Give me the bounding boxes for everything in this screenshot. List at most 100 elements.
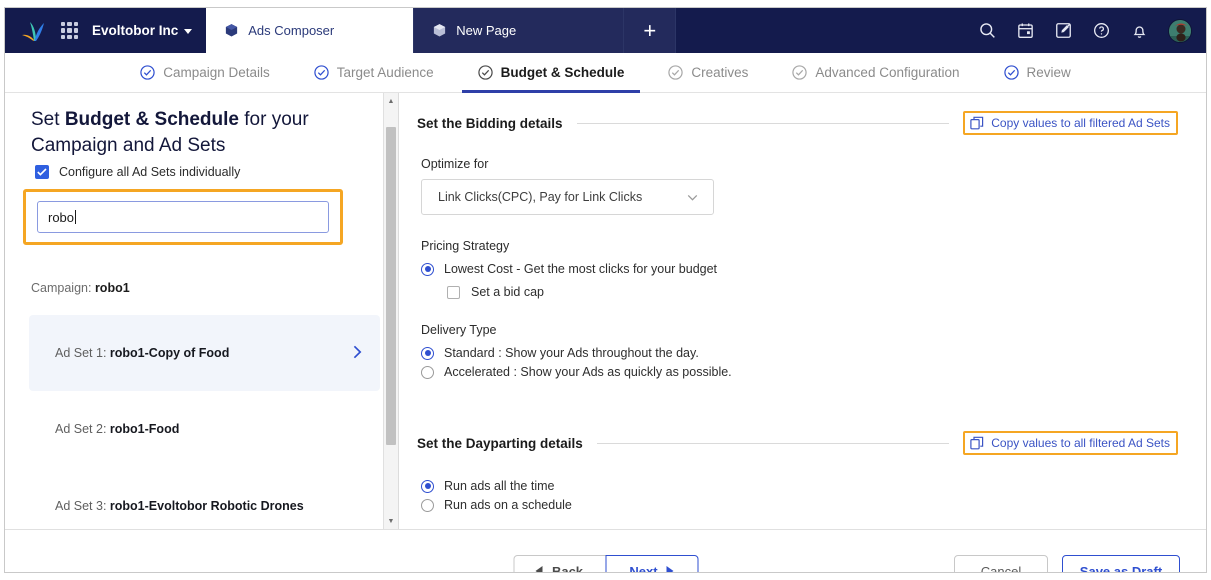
radio-run-on-schedule[interactable] xyxy=(421,498,434,512)
check-circle-icon xyxy=(668,65,684,80)
search-highlight-annotation: robo xyxy=(23,189,343,246)
check-circle-icon xyxy=(477,65,493,80)
ad-set-list: Ad Set 1: robo1-Copy of Food Ad Set 2: r… xyxy=(5,315,398,529)
bidding-copy-values-link[interactable]: Copy values to all filtered Ad Sets xyxy=(991,116,1170,130)
check-circle-icon xyxy=(140,65,155,80)
search-icon[interactable] xyxy=(978,21,997,40)
bell-icon[interactable] xyxy=(1130,21,1149,40)
step-budget-schedule[interactable]: Budget & Schedule xyxy=(456,53,647,93)
ad-set-index: Ad Set 3: xyxy=(55,499,110,514)
configure-all-adsets-row[interactable]: Configure all Ad Sets individually xyxy=(35,165,372,180)
dayparting-option-schedule[interactable]: Run ads on a schedule xyxy=(421,498,1178,512)
tab-ads-composer[interactable]: Ads Composer xyxy=(206,8,415,53)
settings-pane: Set the Bidding details Copy values to a… xyxy=(399,93,1206,529)
chevron-down-icon xyxy=(184,29,193,34)
ad-set-index: Ad Set 1: xyxy=(55,346,110,361)
chevron-right-icon[interactable] xyxy=(353,345,362,362)
tab-label: Ads Composer xyxy=(248,23,335,38)
campaign-prefix: Campaign: xyxy=(31,281,95,296)
ad-set-item-3[interactable]: Ad Set 3: robo1-Evoltobor Robotic Drones xyxy=(29,467,380,529)
radio-delivery-accelerated-label: Accelerated : Show your Ads as quickly a… xyxy=(444,365,732,379)
radio-run-all-time[interactable] xyxy=(421,479,434,493)
ad-set-item-2[interactable]: Ad Set 2: robo1-Food xyxy=(29,391,380,467)
campaign-label: Campaign: robo1 xyxy=(31,281,398,295)
dayparting-section-title: Set the Dayparting details xyxy=(417,435,583,451)
scrollbar-thumb[interactable] xyxy=(386,127,396,445)
cube-icon xyxy=(226,24,238,37)
set-bid-cap-checkbox[interactable] xyxy=(447,285,460,299)
step-label: Creatives xyxy=(691,65,749,80)
ad-set-item-label: Ad Set 2: robo1-Food xyxy=(55,420,179,439)
footer-action-buttons: Cancel Save as Draft xyxy=(954,554,1180,572)
arrow-right-icon xyxy=(666,566,674,572)
ad-set-name: robo1-Copy of Food xyxy=(109,346,230,361)
pricing-strategy-option-lowest-cost[interactable]: Lowest Cost - Get the most clicks for yo… xyxy=(421,262,1178,276)
set-bid-cap-row[interactable]: Set a bid cap xyxy=(447,285,1178,299)
leaf-splash-logo[interactable] xyxy=(21,19,47,43)
dayparting-option-all-time[interactable]: Run ads all the time xyxy=(421,479,1178,493)
delivery-option-accelerated[interactable]: Accelerated : Show your Ads as quickly a… xyxy=(421,365,1178,379)
chevron-down-icon xyxy=(686,191,699,204)
step-label: Advanced Configuration xyxy=(815,65,960,80)
ad-set-item-label: Ad Set 3: robo1-Evoltobor Robotic Drones xyxy=(55,497,304,516)
copy-icon xyxy=(970,116,984,130)
next-button-label: Next xyxy=(629,563,658,573)
wizard-stepper: Campaign Details Target Audience Budget … xyxy=(5,53,1206,93)
arrow-left-icon xyxy=(535,566,543,572)
cube-icon xyxy=(434,24,446,37)
optimize-for-value: Link Clicks(CPC), Pay for Link Clicks xyxy=(438,190,643,204)
scroll-up-arrow-icon[interactable]: ▲ xyxy=(384,93,398,109)
copy-icon xyxy=(970,436,984,450)
delivery-option-standard[interactable]: Standard : Show your Ads throughout the … xyxy=(421,346,1178,360)
step-label: Budget & Schedule xyxy=(500,65,625,80)
back-button[interactable]: Back xyxy=(513,554,606,573)
radio-delivery-accelerated[interactable] xyxy=(421,365,434,379)
dayparting-copy-values-link[interactable]: Copy values to all filtered Ad Sets xyxy=(991,436,1170,450)
ad-set-selector-pane: Set Budget & Schedule for your Campaign … xyxy=(5,93,399,529)
organization-name: Evoltobor Inc xyxy=(92,23,179,38)
configure-all-adsets-label: Configure all Ad Sets individually xyxy=(59,165,241,180)
save-as-draft-button[interactable]: Save as Draft xyxy=(1062,554,1180,572)
section-divider xyxy=(596,442,950,444)
step-advanced-configuration[interactable]: Advanced Configuration xyxy=(770,53,981,92)
radio-lowest-cost[interactable] xyxy=(421,262,434,276)
ad-set-name: robo1-Food xyxy=(109,422,180,437)
step-review[interactable]: Review xyxy=(982,53,1093,92)
ad-set-item-1[interactable]: Ad Set 1: robo1-Copy of Food xyxy=(29,315,380,392)
avatar[interactable] xyxy=(1168,18,1192,43)
ad-set-list-scrollbar[interactable]: ▲ ▼ xyxy=(383,93,398,529)
bidding-section-title: Set the Bidding details xyxy=(417,115,563,131)
add-tab-button[interactable]: + xyxy=(624,8,677,53)
step-target-audience[interactable]: Target Audience xyxy=(292,53,456,92)
optimize-for-select[interactable]: Link Clicks(CPC), Pay for Link Clicks xyxy=(421,179,714,215)
check-circle-icon xyxy=(1003,65,1019,80)
bidding-copy-highlight-annotation: Copy values to all filtered Ad Sets xyxy=(963,111,1178,135)
wizard-footer: Back Next Cancel Save as Draft xyxy=(5,529,1206,573)
configure-all-adsets-checkbox[interactable] xyxy=(35,165,49,180)
ad-set-search-input[interactable]: robo xyxy=(37,201,329,234)
radio-lowest-cost-label: Lowest Cost - Get the most clicks for yo… xyxy=(444,262,718,276)
brand-zone: Evoltobor Inc xyxy=(5,8,206,53)
back-button-label: Back xyxy=(551,563,584,573)
dayparting-options: Run ads all the time Run ads on a schedu… xyxy=(417,479,1178,512)
tab-new-page[interactable]: New Page xyxy=(414,8,625,53)
page-content: Set Budget & Schedule for your Campaign … xyxy=(5,93,1206,529)
page-title-bold: Budget & Schedule xyxy=(64,109,239,130)
radio-delivery-standard[interactable] xyxy=(421,346,434,360)
cancel-button[interactable]: Cancel xyxy=(954,554,1048,572)
scroll-down-arrow-icon[interactable]: ▼ xyxy=(384,513,398,529)
apps-grid-icon[interactable] xyxy=(61,22,78,39)
page-title: Set Budget & Schedule for your Campaign … xyxy=(31,107,372,159)
optimize-for-label: Optimize for xyxy=(421,157,489,171)
ad-set-index: Ad Set 2: xyxy=(55,422,110,437)
help-icon[interactable] xyxy=(1092,21,1111,40)
step-campaign-details[interactable]: Campaign Details xyxy=(118,53,292,92)
tab-label: New Page xyxy=(456,23,517,38)
check-circle-icon xyxy=(314,65,329,80)
compose-icon[interactable] xyxy=(1054,21,1073,40)
step-creatives[interactable]: Creatives xyxy=(646,53,770,92)
next-button[interactable]: Next xyxy=(605,554,698,573)
calendar-icon[interactable] xyxy=(1016,21,1035,40)
check-icon xyxy=(37,168,47,177)
organization-switcher[interactable]: Evoltobor Inc xyxy=(92,23,193,38)
